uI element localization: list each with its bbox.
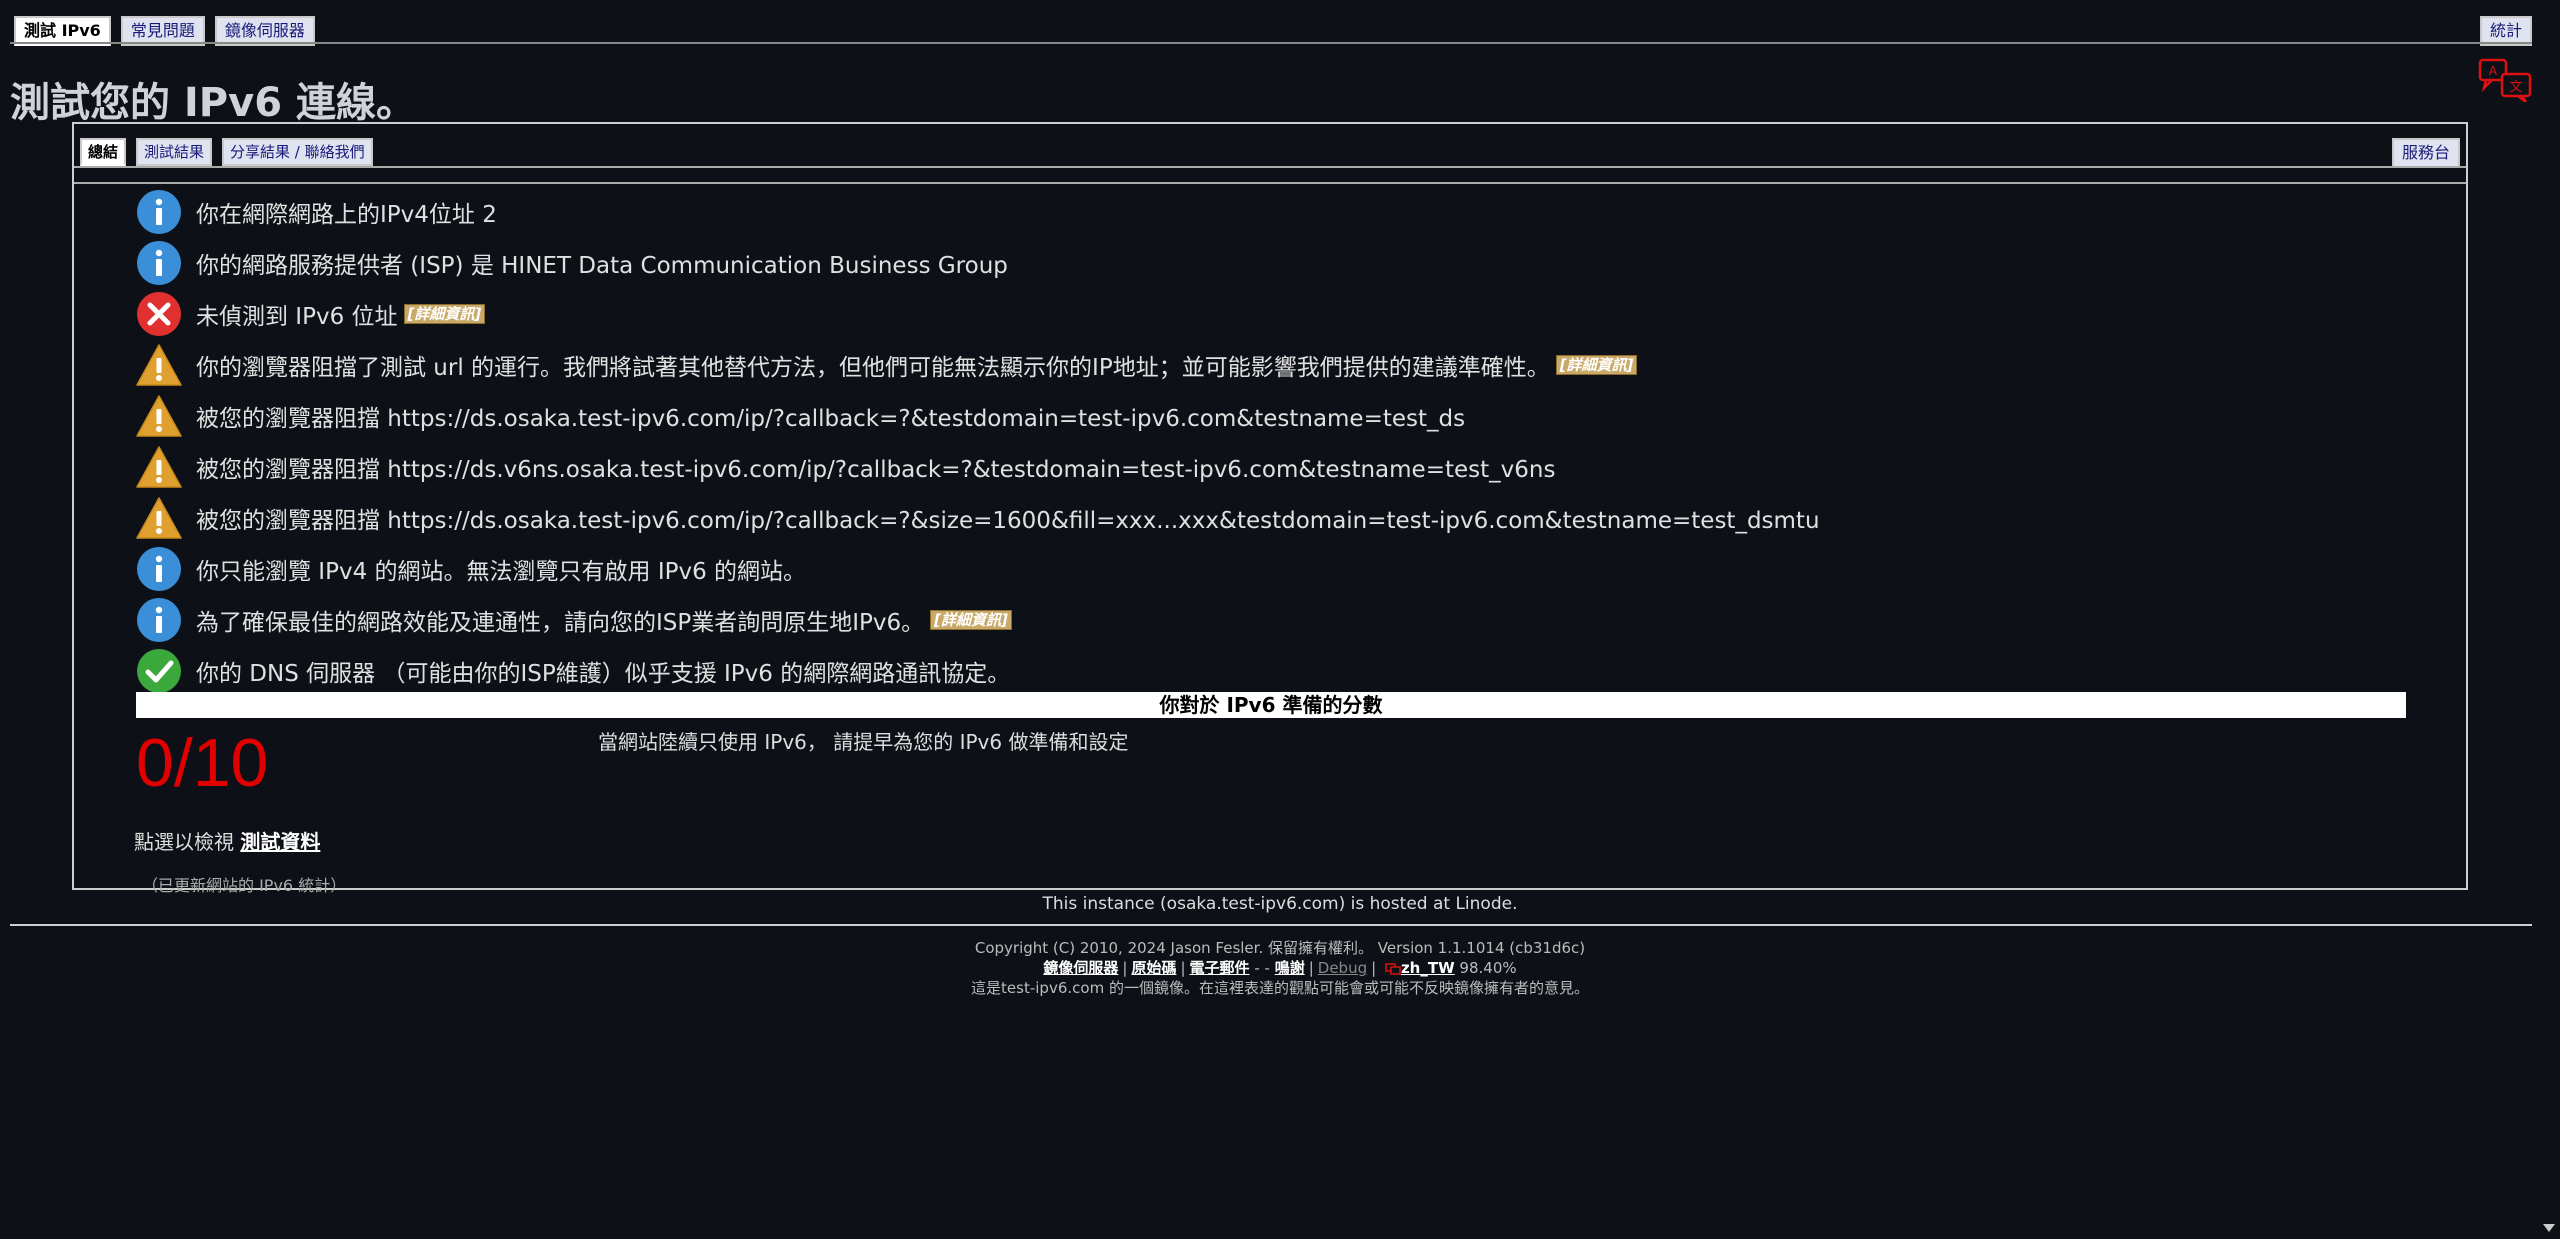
footer-locale-percent: 98.40% (1459, 959, 1517, 977)
result-row: 被您的瀏覽器阻擋 https://ds.osaka.test-ipv6.com/… (136, 492, 2406, 543)
footer: Copyright (C) 2010, 2024 Jason Fesler. 保… (0, 938, 2560, 998)
info-icon (137, 546, 181, 591)
result-text: 你在網際網路上的IPv4位址 2 (196, 201, 497, 228)
view-data-prefix: 點選以檢視 (134, 830, 234, 854)
results-list: 你在網際網路上的IPv4位址 2 你的網路服務提供者 (ISP) 是 HINET … (136, 186, 2406, 696)
footer-mirrors-link[interactable]: 鏡像伺服器 (1043, 959, 1118, 977)
test-data-link[interactable]: 測試資料 (240, 830, 320, 854)
hosted-note: This instance (osaka.test-ipv6.com) is h… (1042, 894, 1518, 914)
result-row: 被您的瀏覽器阻擋 https://ds.v6ns.osaka.test-ipv6… (136, 441, 2406, 492)
footer-email-link[interactable]: 電子郵件 (1190, 959, 1250, 977)
footer-divider (10, 924, 2532, 926)
warning-icon (136, 394, 182, 437)
result-row: 未偵測到 IPv6 位址 [詳細資訊] (136, 288, 2406, 339)
svg-text:A: A (2489, 64, 2498, 78)
footer-thanks-link[interactable]: 鳴謝 (1275, 959, 1305, 977)
copyright: Copyright (C) 2010, 2024 Jason Fesler. 保… (974, 939, 1586, 957)
stats-updated-note: （已更新網站的 IPv6 統計） (142, 876, 347, 895)
sub-divider (74, 166, 2466, 168)
translate-icon[interactable]: A 文 (2478, 58, 2534, 102)
view-data: 點選以檢視 測試資料 (134, 826, 320, 855)
result-text: 被您的瀏覽器阻擋 https://ds.osaka.test-ipv6.com/… (196, 507, 1820, 534)
result-row: 你的瀏覽器阻擋了測試 url 的運行。我們將試著其他替代方法，但他們可能無法顯示… (136, 339, 2406, 390)
tab-test-results[interactable]: 測試結果 (136, 138, 213, 166)
page-title: 測試您的 IPv6 連線。 (10, 80, 416, 126)
info-icon (137, 189, 181, 234)
sub-divider-2 (74, 182, 2466, 184)
tab-share-contact[interactable]: 分享結果 / 聯絡我們 (222, 138, 373, 166)
result-row: 你的網路服務提供者 (ISP) 是 HINET Data Communicati… (136, 237, 2406, 288)
mirror-disclaimer: 這是test-ipv6.com 的一個鏡像。在這裡表達的觀點可能會或可能不反映鏡… (971, 979, 1589, 997)
info-icon (137, 240, 181, 285)
check-icon (137, 648, 181, 693)
result-row: 為了確保最佳的網路效能及連通性，請向您的ISP業者詢問原生地IPv6。 [詳細資訊… (136, 594, 2406, 645)
result-row: 你的 DNS 伺服器 （可能由你的ISP維護）似乎支援 IPv6 的網際網路通訊… (136, 645, 2406, 696)
scroll-down-arrow-icon[interactable] (2542, 1223, 2556, 1233)
result-text: 為了確保最佳的網路效能及連通性，請向您的ISP業者詢問原生地IPv6。 (196, 609, 925, 636)
result-text: 你的網路服務提供者 (ISP) 是 HINET Data Communicati… (196, 252, 1008, 279)
sub-nav: 總結 測試結果 分享結果 / 聯絡我們 (80, 138, 373, 166)
error-icon (137, 291, 181, 336)
result-row: 被您的瀏覽器阻擋 https://ds.osaka.test-ipv6.com/… (136, 390, 2406, 441)
tab-summary[interactable]: 總結 (80, 138, 127, 166)
more-info-link[interactable]: [詳細資訊] (1555, 354, 1638, 375)
svg-text:文: 文 (2509, 80, 2522, 95)
footer-locale-link[interactable]: zh_TW (1401, 959, 1455, 977)
warning-icon (136, 496, 182, 539)
more-info-link[interactable]: [詳細資訊] (930, 609, 1012, 630)
tab-helpdesk[interactable]: 服務台 (2391, 138, 2460, 168)
score-value: 0/10 (136, 725, 269, 801)
warning-icon (136, 343, 182, 386)
result-text: 未偵測到 IPv6 位址 (196, 303, 398, 330)
top-divider (10, 42, 2532, 44)
result-text: 被您的瀏覽器阻擋 https://ds.osaka.test-ipv6.com/… (196, 405, 1466, 432)
result-text: 你的 DNS 伺服器 （可能由你的ISP維護）似乎支援 IPv6 的網際網路通訊… (196, 660, 1011, 687)
result-text: 被您的瀏覽器阻擋 https://ds.v6ns.osaka.test-ipv6… (196, 456, 1556, 483)
result-row: 你只能瀏覽 IPv4 的網站。無法瀏覽只有啟用 IPv6 的網站。 (136, 543, 2406, 594)
results-panel: 總結 測試結果 分享結果 / 聯絡我們 服務台 你在網際網路上的IPv4位址 2… (72, 122, 2468, 895)
language-icon (1385, 962, 1401, 975)
result-text: 你只能瀏覽 IPv4 的網站。無法瀏覽只有啟用 IPv6 的網站。 (196, 558, 807, 585)
result-row: 你在網際網路上的IPv4位址 2 (136, 186, 2406, 237)
footer-debug-link[interactable]: Debug (1318, 959, 1367, 977)
score-header: 你對於 IPv6 準備的分數 (136, 692, 2406, 718)
footer-source-link[interactable]: 原始碼 (1131, 959, 1176, 977)
footer-links: 鏡像伺服器 | 原始碼 | 電子郵件 - - 鳴謝 | Debug | zh_TW 98.40… (1043, 959, 1517, 977)
info-icon (137, 597, 181, 642)
score-message: 當網站陸續只使用 IPv6， 請提早為您的 IPv6 做準備和設定 (598, 730, 1129, 754)
more-info-link[interactable]: [詳細資訊] (403, 303, 486, 324)
result-text: 你的瀏覽器阻擋了測試 url 的運行。我們將試著其他替代方法，但他們可能無法顯示… (196, 354, 1550, 381)
footer-dash: - - (1254, 959, 1270, 977)
warning-icon (136, 445, 182, 488)
